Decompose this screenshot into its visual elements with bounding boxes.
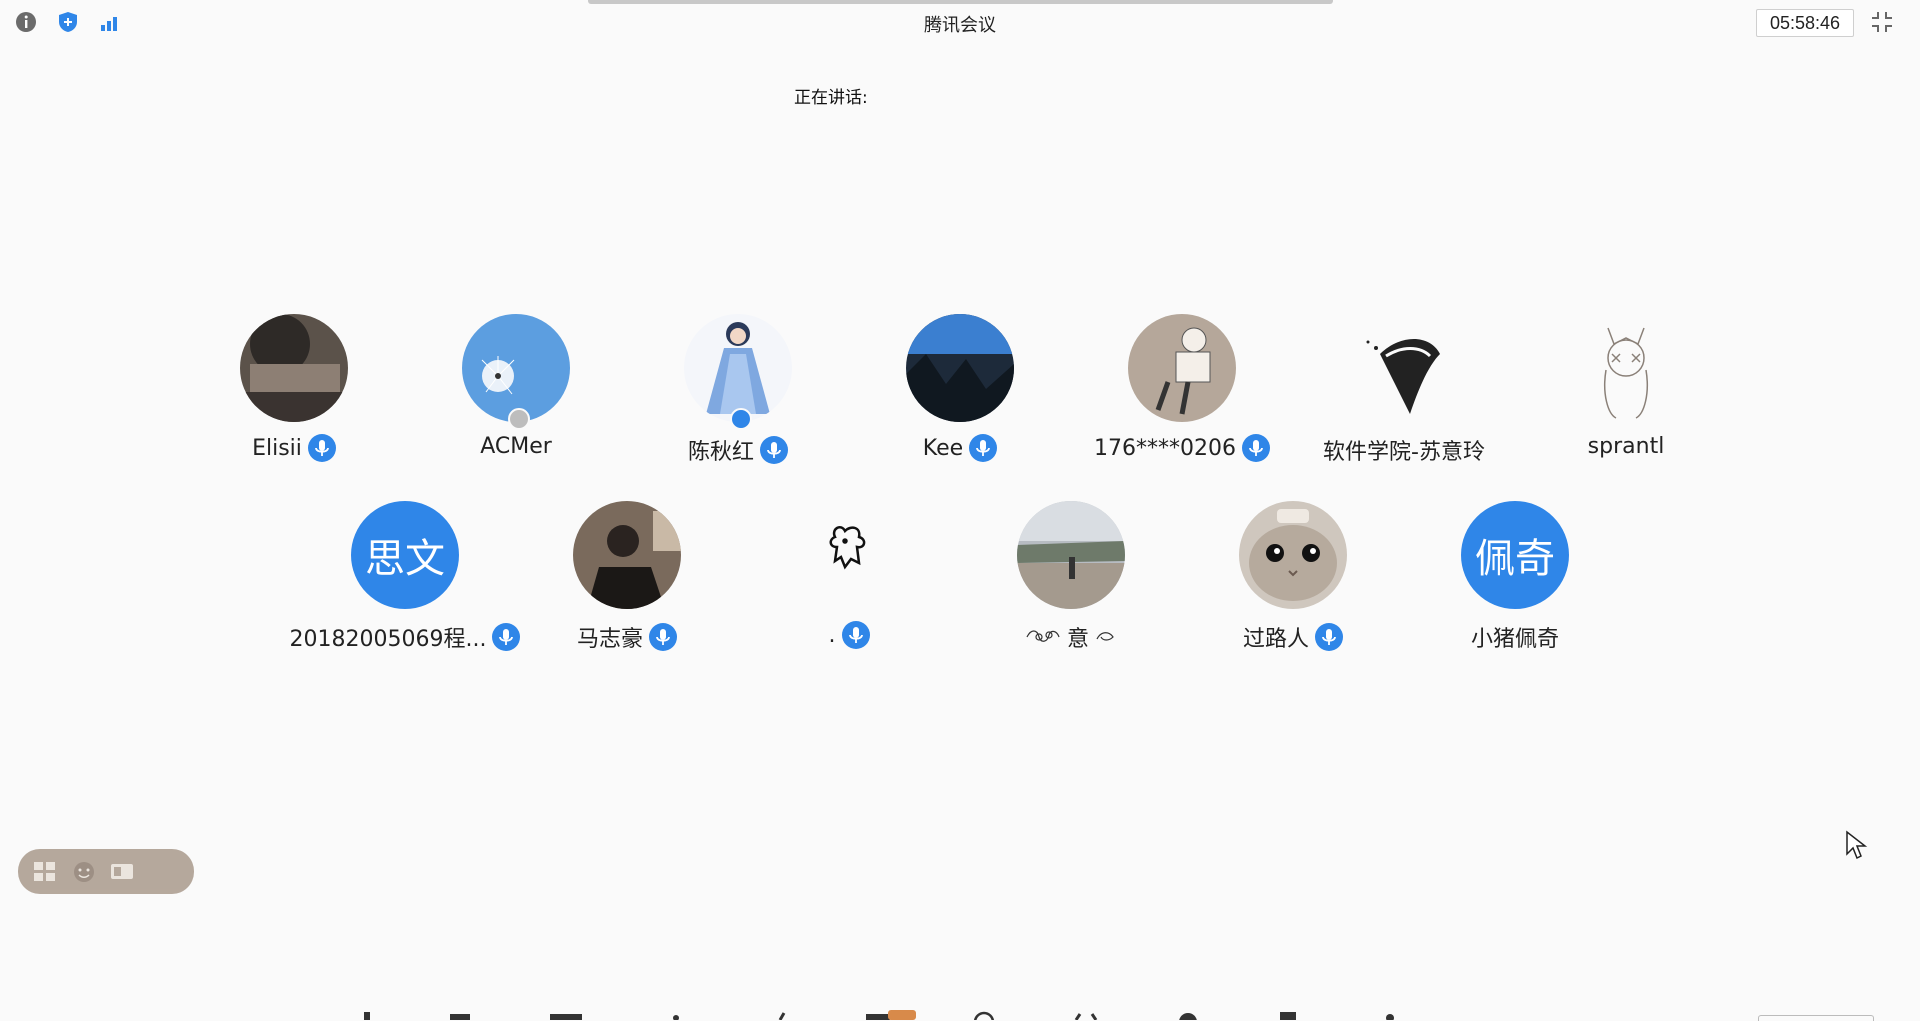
microphone-icon: [841, 621, 870, 649]
participant-name: .: [828, 622, 836, 648]
participant-name: 过路人: [1242, 627, 1309, 652]
participant-name: 软件学院-苏意玲: [1323, 440, 1485, 465]
participant-grid: Elisii ACMer 陈秋红 Kee 176****0206 软件学院-苏意…: [0, 0, 1920, 1020]
participant-name: 意: [1066, 627, 1089, 652]
participant-card[interactable]: 过路人: [1183, 501, 1403, 671]
participant-name: 马志豪: [576, 627, 643, 652]
participant-card[interactable]: 意: [961, 501, 1181, 671]
bottom-toolbar: [0, 1010, 1920, 1021]
decorative-flourish-icon: [1095, 628, 1117, 647]
participant-card[interactable]: Elisii: [184, 314, 404, 484]
microphone-icon: [969, 434, 998, 462]
record-icon[interactable]: [966, 1010, 1002, 1020]
participant-card[interactable]: .: [739, 501, 959, 671]
avatar: [795, 501, 903, 609]
notification-badge: [888, 1010, 916, 1020]
avatar: [1350, 314, 1458, 422]
floating-toolbar[interactable]: [18, 849, 194, 894]
members-icon[interactable]: [764, 1010, 800, 1020]
participant-card[interactable]: 马志豪: [517, 501, 737, 671]
avatar: [1239, 501, 1347, 609]
video-icon[interactable]: [442, 1010, 478, 1020]
participant-card[interactable]: 佩奇 小猪佩奇: [1405, 501, 1625, 671]
avatar: [1572, 314, 1680, 422]
microphone-icon: [1241, 434, 1270, 462]
invite-icon[interactable]: [658, 1010, 694, 1020]
grid-view-icon[interactable]: [32, 859, 60, 885]
participant-name: 176****0206: [1094, 435, 1236, 461]
mouse-cursor-icon: [1845, 830, 1869, 860]
avatar: [573, 501, 681, 609]
microphone-icon: [760, 436, 788, 464]
participant-card[interactable]: Kee: [850, 314, 1070, 484]
avatar: [1017, 501, 1125, 609]
participant-card[interactable]: 软件学院-苏意玲: [1294, 314, 1514, 484]
mute-icon[interactable]: [350, 1010, 386, 1020]
settings-icon[interactable]: [1170, 1010, 1206, 1020]
avatar: [1128, 314, 1236, 422]
participant-card[interactable]: 陈秋红: [628, 314, 848, 484]
microphone-icon: [1315, 623, 1343, 651]
participant-name: sprantl: [1587, 434, 1665, 459]
document-icon[interactable]: [1270, 1010, 1306, 1020]
avatar: [462, 314, 570, 422]
decorative-flourish-icon: [1025, 625, 1061, 649]
share-screen-icon[interactable]: [548, 1010, 584, 1020]
participant-name: 20182005069程...: [289, 627, 487, 652]
participant-name: ACMer: [480, 434, 552, 459]
participant-card[interactable]: 思文 20182005069程...: [290, 501, 521, 671]
apps-icon[interactable]: [1068, 1010, 1104, 1020]
avatar: [240, 314, 348, 422]
screen-icon[interactable]: [108, 859, 136, 885]
user-badge-icon: [508, 408, 530, 430]
microphone-icon: [307, 434, 336, 462]
participant-card[interactable]: sprantl: [1516, 314, 1736, 484]
participant-name: Elisii: [252, 435, 302, 461]
more-icon[interactable]: [1372, 1010, 1408, 1020]
avatar: 佩奇: [1461, 501, 1569, 609]
participant-card[interactable]: 176****0206: [1072, 314, 1292, 484]
participant-name: Kee: [922, 435, 964, 461]
end-meeting-button[interactable]: [1758, 1015, 1874, 1021]
user-badge-icon: [730, 408, 752, 430]
avatar: 思文: [351, 501, 459, 609]
participant-name: 陈秋红: [687, 440, 754, 465]
avatar: [906, 314, 1014, 422]
emoji-icon[interactable]: [70, 859, 98, 885]
participant-name: 小猪佩奇: [1470, 627, 1559, 652]
microphone-icon: [649, 623, 677, 651]
participant-card[interactable]: ACMer: [406, 314, 626, 484]
avatar: [684, 314, 792, 422]
